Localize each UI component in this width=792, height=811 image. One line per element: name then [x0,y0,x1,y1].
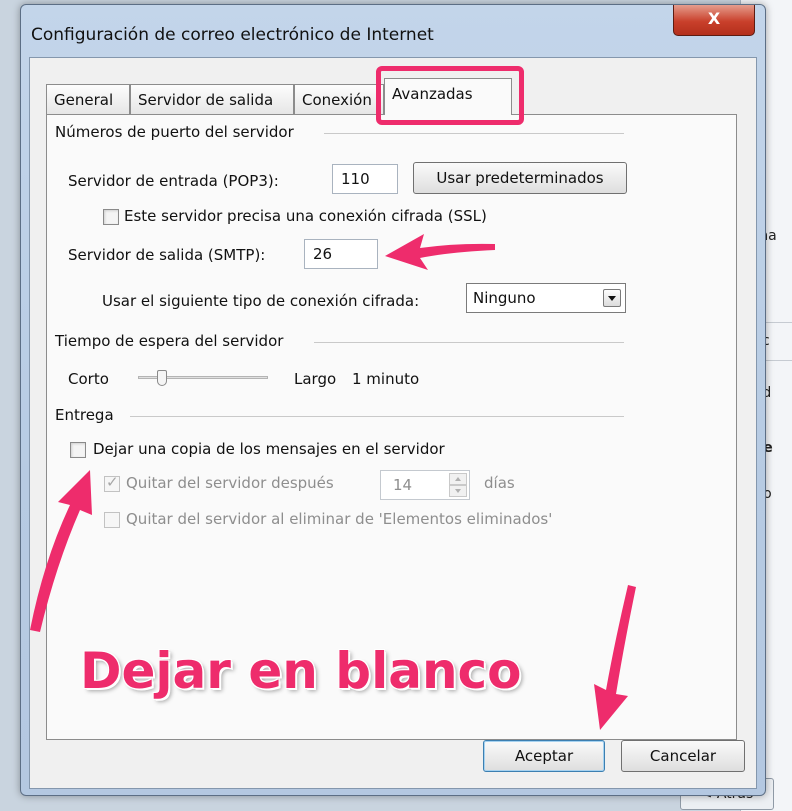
stepper-buttons [449,473,467,497]
timeout-group-label: Tiempo de espera del servidor [55,332,284,350]
ok-button[interactable]: Aceptar [483,740,605,772]
remove-deleted-label: Quitar del servidor al eliminar de 'Elem… [126,510,553,528]
stepper-up-icon[interactable] [449,473,467,485]
remove-after-checkbox[interactable]: ✓ [104,473,120,492]
chevron-down-icon[interactable] [603,289,621,307]
timeout-slider[interactable] [138,370,268,386]
tab-highlight-box [376,66,524,125]
close-button[interactable]: X [673,5,755,36]
encryption-type-select[interactable]: Ninguno [466,283,626,313]
remove-after-days-value: 14 [393,476,413,494]
title-bar[interactable]: Configuración de correo electrónico de I… [21,5,765,57]
annotation-text: Dejar en blanco [80,642,522,700]
stepper-down-icon[interactable] [449,485,467,497]
tab-general[interactable]: General [46,84,130,114]
days-label: días [484,474,515,492]
timeout-long-label: Largo [294,370,337,388]
timeout-slider-thumb[interactable] [157,370,167,386]
timeout-short-label: Corto [68,370,109,388]
tab-outgoing-server[interactable]: Servidor de salida [130,84,294,114]
leave-copy-label: Dejar una copia de los mensajes en el se… [93,440,445,458]
timeout-value: 1 minuto [352,370,420,388]
encryption-type-value: Ninguno [473,289,536,307]
checkmark-icon: ✓ [106,473,119,491]
tab-connection[interactable]: Conexión [294,84,384,114]
dialog-title: Configuración de correo electrónico de I… [31,25,434,45]
outgoing-server-label: Servidor de salida (SMTP): [68,246,266,264]
incoming-port-input[interactable]: 110 [332,164,398,194]
timeout-group-line [314,342,624,343]
use-defaults-button[interactable]: Usar predeterminados [413,162,627,194]
ports-group-label: Números de puerto del servidor [55,123,294,141]
encryption-type-label: Usar el siguiente tipo de conexión cifra… [102,292,420,310]
ssl-checkbox[interactable] [103,209,119,225]
remove-deleted-checkbox[interactable] [104,512,120,528]
remove-after-label: Quitar del servidor después [126,474,334,492]
leave-copy-checkbox[interactable] [70,442,86,458]
remove-after-days-stepper[interactable]: 14 [380,470,470,500]
ssl-checkbox-label: Este servidor precisa una conexión cifra… [124,207,487,225]
incoming-server-label: Servidor de entrada (POP3): [68,172,279,190]
delivery-group-label: Entrega [55,406,114,424]
delivery-group-line [130,416,624,417]
ports-group-line [324,133,624,134]
cancel-button[interactable]: Cancelar [621,740,745,772]
outgoing-port-input[interactable]: 26 [304,239,378,269]
